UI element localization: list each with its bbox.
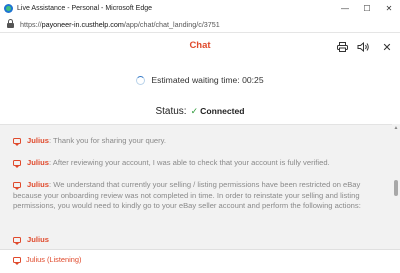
chat-message: Julius: After reviewing your account, I … [13, 158, 385, 169]
message-text: After reviewing your account, I was able… [52, 158, 330, 167]
typing-status-text: Julius (Listening) [26, 255, 82, 264]
chat-bubble-icon [13, 257, 21, 265]
scrollbar-thumb[interactable] [394, 180, 398, 196]
minimize-button[interactable]: — [334, 0, 356, 16]
maximize-button[interactable]: ☐ [356, 0, 378, 16]
chat-bubble-icon [13, 138, 21, 146]
close-icon[interactable]: ✕ [381, 41, 393, 54]
window-title: Live Assistance - Personal - Microsoft E… [17, 4, 153, 12]
chat-footer: Julius (Listening) [0, 249, 400, 273]
agent-name: Julius [27, 235, 49, 244]
scroll-up-arrow-icon[interactable]: ▲ [393, 126, 399, 131]
message-text: We understand that currently your sellin… [13, 180, 361, 210]
chat-bubble-icon [13, 237, 21, 245]
chat-message: Julius: Thank you for sharing your query… [13, 136, 385, 147]
status-value: Connected [200, 106, 245, 116]
chat-header: Chat ✕ [0, 33, 400, 61]
speaker-icon[interactable] [356, 41, 370, 53]
waiting-time: Estimated waiting time: 00:25 [151, 75, 264, 85]
status-label: Status: [155, 105, 187, 117]
chat-message: Julius [13, 235, 385, 246]
close-window-button[interactable]: ✕ [378, 0, 400, 16]
url-prefix: https:// [20, 19, 42, 29]
chat-bubble-icon [13, 182, 21, 190]
url-host: payoneer-in.custhelp.com [41, 19, 124, 29]
title-bar: Live Assistance - Personal - Microsoft E… [0, 0, 400, 16]
edge-icon [4, 3, 13, 13]
waiting-indicator: Estimated waiting time: 00:25 [0, 73, 400, 87]
chat-transcript[interactable]: Julius: Thank you for sharing your query… [0, 124, 400, 249]
agent-typing-status: Julius (Listening) [13, 255, 82, 265]
chat-bubble-icon [13, 160, 21, 168]
chat-message: Julius: We understand that currently you… [13, 180, 361, 210]
connection-status: Status: ✓ Connected [0, 104, 400, 118]
spinner-icon [136, 75, 146, 85]
agent-name: Julius [27, 180, 49, 189]
agent-name: Julius [27, 136, 49, 145]
lock-icon[interactable] [6, 19, 15, 29]
url-text[interactable]: https://payoneer-in.custhelp.com/app/cha… [20, 20, 220, 29]
agent-name: Julius [27, 158, 49, 167]
address-bar[interactable]: https://payoneer-in.custhelp.com/app/cha… [0, 16, 400, 33]
check-icon: ✓ [190, 105, 199, 116]
browser-window: Live Assistance - Personal - Microsoft E… [0, 0, 400, 273]
message-text: Thank you for sharing your query. [53, 136, 167, 145]
url-path: /app/chat/chat_landing/c/3751 [123, 19, 220, 29]
window-controls: — ☐ ✕ [334, 0, 400, 16]
print-icon[interactable] [336, 41, 348, 53]
